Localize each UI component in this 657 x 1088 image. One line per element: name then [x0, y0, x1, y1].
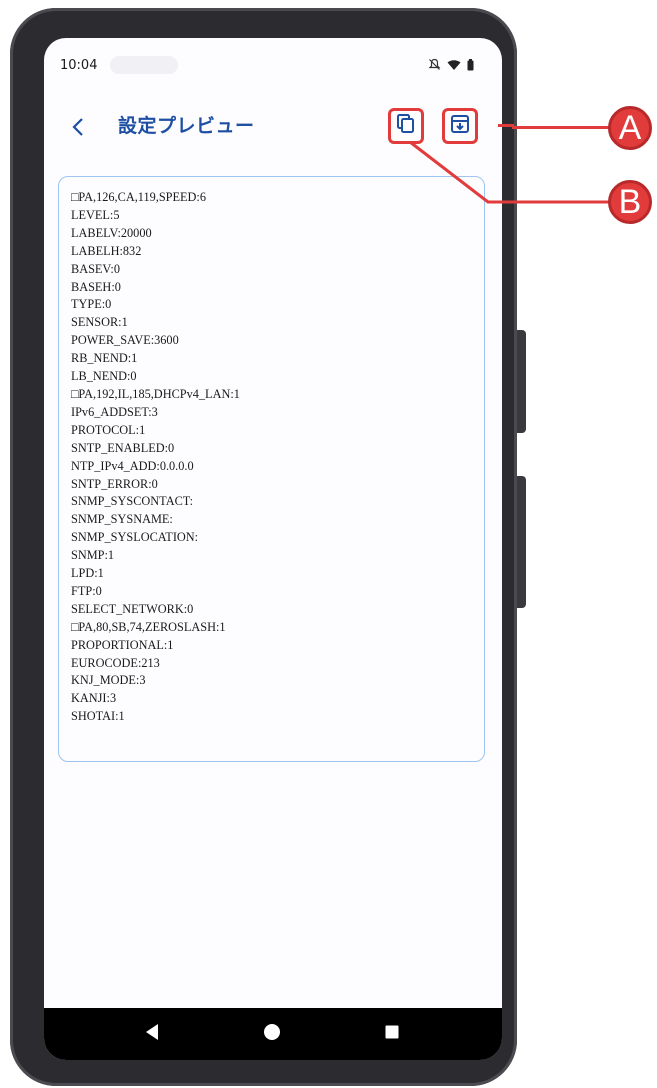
- power-button: [517, 476, 526, 608]
- phone-screen: 10:04 設定プレビュー □PA,126,CA,119,SPEED:6 LEV…: [44, 38, 502, 1060]
- recents-square-icon: [384, 1024, 400, 1044]
- copy-button[interactable]: [388, 108, 424, 144]
- callout-b-badge: B: [608, 180, 652, 224]
- status-time: 10:04: [60, 58, 98, 73]
- settings-preview-text: □PA,126,CA,119,SPEED:6 LEVEL:5 LABELV:20…: [71, 189, 472, 726]
- status-icons: [428, 56, 474, 75]
- preview-line: IPv6_ADDSET:3: [71, 404, 158, 419]
- bell-off-icon: [428, 56, 441, 75]
- preview-line: POWER_SAVE:3600: [71, 333, 179, 348]
- preview-line: SNTP_ERROR:0: [71, 476, 158, 491]
- download-box-icon: [449, 113, 471, 139]
- home-circle-icon: [262, 1022, 282, 1046]
- nav-home-button[interactable]: [260, 1022, 284, 1046]
- back-triangle-icon: [144, 1023, 160, 1045]
- preview-line: BASEV:0: [71, 261, 120, 276]
- preview-line: SNMP_SYSLOCATION:: [71, 530, 199, 545]
- preview-line: BASEH:0: [71, 279, 121, 294]
- preview-line: KANJI:3: [71, 691, 117, 706]
- preview-line: PROPORTIONAL:1: [71, 637, 174, 652]
- preview-line: SNMP_SYSCONTACT:: [71, 494, 194, 509]
- preview-line: EUROCODE:213: [71, 655, 160, 670]
- preview-line: SELECT_NETWORK:0: [71, 601, 194, 616]
- back-button[interactable]: [64, 112, 94, 142]
- preview-line: LEVEL:5: [71, 207, 120, 222]
- preview-line: TYPE:0: [71, 297, 112, 312]
- status-bar: 10:04: [44, 38, 502, 98]
- app-bar: 設定プレビュー: [44, 98, 502, 154]
- status-notification-blur: [110, 56, 178, 74]
- preview-line: □PA,192,IL,185,DHCPv4_LAN:1: [71, 386, 240, 401]
- copy-icon: [395, 113, 417, 139]
- callout-a-line: [512, 126, 610, 129]
- save-button[interactable]: [442, 108, 478, 144]
- preview-line: NTP_IPv4_ADD:0.0.0.0: [71, 458, 194, 473]
- page-title: 設定プレビュー: [118, 115, 255, 137]
- preview-line: LABELH:832: [71, 243, 142, 258]
- settings-preview-box[interactable]: □PA,126,CA,119,SPEED:6 LEVEL:5 LABELV:20…: [58, 176, 485, 762]
- preview-line: SHOTAI:1: [71, 709, 125, 724]
- callout-a-connector: [498, 124, 514, 127]
- nav-back-button[interactable]: [140, 1022, 164, 1046]
- battery-icon: [467, 56, 474, 75]
- system-nav-bar: [44, 1008, 502, 1060]
- preview-line: PROTOCOL:1: [71, 422, 146, 437]
- preview-line: □PA,80,SB,74,ZEROSLASH:1: [71, 619, 226, 634]
- preview-line: LPD:1: [71, 566, 104, 581]
- nav-recents-button[interactable]: [380, 1022, 404, 1046]
- preview-line: □PA,126,CA,119,SPEED:6: [71, 190, 206, 204]
- preview-line: SENSOR:1: [71, 315, 128, 330]
- preview-line: FTP:0: [71, 583, 102, 598]
- chevron-left-icon: [64, 118, 94, 146]
- preview-line: KNJ_MODE:3: [71, 673, 146, 688]
- preview-line: LB_NEND:0: [71, 369, 137, 384]
- preview-line: LABELV:20000: [71, 225, 152, 240]
- preview-line: SNMP_SYSNAME:: [71, 512, 173, 527]
- preview-line: SNTP_ENABLED:0: [71, 440, 175, 455]
- callout-a-badge: A: [608, 106, 652, 150]
- preview-line: RB_NEND:1: [71, 351, 138, 366]
- volume-button: [517, 330, 526, 433]
- preview-line: SNMP:1: [71, 548, 115, 563]
- wifi-icon: [447, 56, 461, 75]
